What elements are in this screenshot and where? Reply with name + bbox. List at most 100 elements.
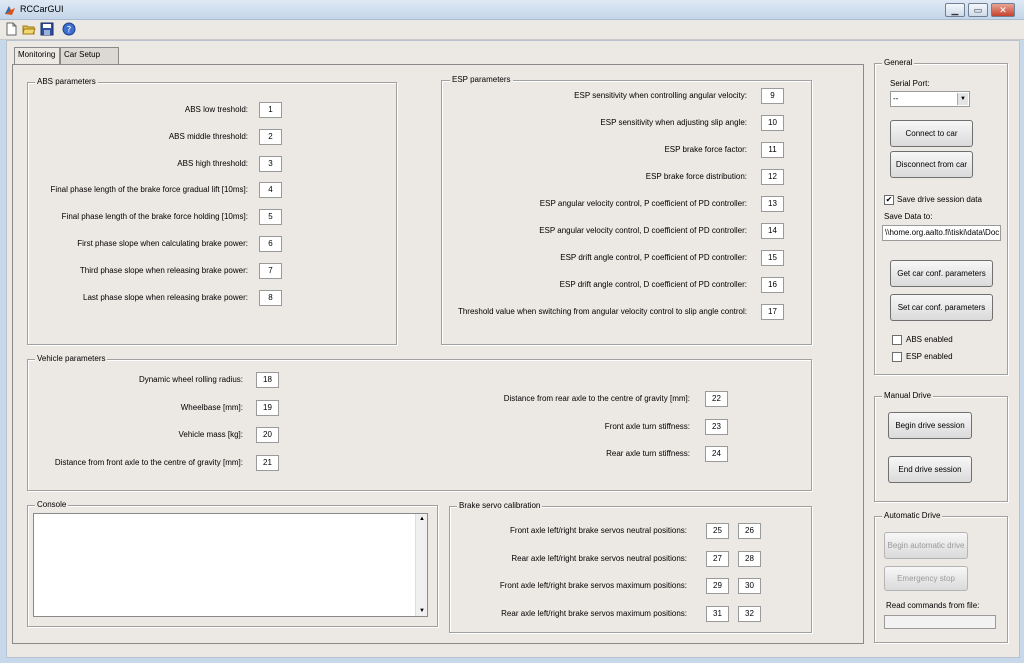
brake-servo-left-input[interactable]: 27: [706, 551, 729, 567]
abs-param-input[interactable]: 8: [259, 290, 282, 306]
esp-param-input[interactable]: 15: [761, 250, 784, 266]
new-file-icon[interactable]: [4, 22, 18, 36]
disconnect-button[interactable]: Disconnect from car: [890, 151, 973, 178]
matlab-app-icon: [5, 6, 15, 15]
esp-param-label: ESP angular velocity control, D coeffici…: [539, 226, 747, 235]
esp-enabled-label: ESP enabled: [906, 352, 953, 361]
read-commands-label: Read commands from file:: [886, 601, 980, 610]
open-folder-icon[interactable]: [22, 22, 36, 36]
vehicle-param-input[interactable]: 18: [256, 372, 279, 388]
brake-servo-label: Rear axle left/right brake servos maximu…: [501, 609, 687, 618]
esp-param-input[interactable]: 12: [761, 169, 784, 185]
serial-port-value: --: [893, 94, 899, 103]
brake-servo-right-input[interactable]: 30: [738, 578, 761, 594]
console-textarea[interactable]: ▲ ▼: [33, 513, 428, 617]
vehicle-param-input[interactable]: 23: [705, 419, 728, 435]
vehicle-param-input[interactable]: 22: [705, 391, 728, 407]
esp-parameters-title: ESP parameters: [450, 75, 513, 84]
brake-servo-right-input[interactable]: 26: [738, 523, 761, 539]
vehicle-param-input[interactable]: 20: [256, 427, 279, 443]
esp-param-label: ESP brake force factor:: [664, 145, 747, 154]
end-drive-session-button[interactable]: End drive session: [888, 456, 972, 483]
scroll-down-icon[interactable]: ▼: [419, 608, 425, 614]
brake-servo-label: Rear axle left/right brake servos neutra…: [511, 554, 687, 563]
esp-param-label: Threshold value when switching from angu…: [457, 307, 747, 316]
close-button[interactable]: ✕: [991, 3, 1015, 17]
tab-monitoring[interactable]: Monitoring: [14, 47, 60, 64]
vehicle-param-input[interactable]: 24: [705, 446, 728, 462]
abs-param-label: Final phase length of the brake force gr…: [50, 185, 248, 194]
vehicle-param-input[interactable]: 19: [256, 400, 279, 416]
title-bar: [0, 0, 1024, 20]
brake-servo-right-input[interactable]: 28: [738, 551, 761, 567]
read-commands-input[interactable]: [884, 615, 996, 629]
set-params-button[interactable]: Set car conf. parameters: [890, 294, 993, 321]
brake-servo-label: Front axle left/right brake servos neutr…: [510, 526, 687, 535]
begin-automatic-drive-button[interactable]: Begin automatic drive: [884, 532, 968, 559]
brake-servo-title: Brake servo calibration: [457, 501, 543, 510]
save-icon[interactable]: [40, 22, 54, 36]
vehicle-param-label: Wheelbase [mm]:: [180, 403, 243, 412]
connect-button[interactable]: Connect to car: [890, 120, 973, 147]
console-scrollbar[interactable]: ▲ ▼: [415, 514, 427, 616]
save-session-label: Save drive session data: [897, 195, 982, 204]
esp-param-input[interactable]: 11: [761, 142, 784, 158]
esp-param-input[interactable]: 13: [761, 196, 784, 212]
abs-param-label: ABS high threshold:: [177, 159, 248, 168]
abs-param-input[interactable]: 4: [259, 182, 282, 198]
abs-param-input[interactable]: 5: [259, 209, 282, 225]
abs-parameters-title: ABS parameters: [35, 77, 98, 86]
abs-enabled-checkbox[interactable]: [892, 335, 902, 345]
abs-param-label: Third phase slope when releasing brake p…: [79, 266, 248, 275]
vehicle-param-label: Distance from rear axle to the centre of…: [503, 394, 690, 403]
vehicle-param-input[interactable]: 21: [256, 455, 279, 471]
vehicle-param-label: Distance from front axle to the centre o…: [54, 458, 243, 467]
vehicle-parameters-title: Vehicle parameters: [35, 354, 108, 363]
esp-param-label: ESP drift angle control, D coefficient o…: [559, 280, 747, 289]
abs-enabled-label: ABS enabled: [906, 335, 953, 344]
chevron-down-icon[interactable]: ▼: [957, 93, 968, 105]
save-session-checkbox[interactable]: ✔: [884, 195, 894, 205]
esp-param-label: ESP sensitivity when controlling angular…: [574, 91, 747, 100]
abs-param-input[interactable]: 7: [259, 263, 282, 279]
esp-param-input[interactable]: 16: [761, 277, 784, 293]
tab-car-setup[interactable]: Car Setup: [60, 47, 119, 64]
esp-enabled-checkbox[interactable]: [892, 352, 902, 362]
abs-param-label: Last phase slope when releasing brake po…: [83, 293, 248, 302]
esp-param-label: ESP brake force distribution:: [645, 172, 747, 181]
brake-servo-left-input[interactable]: 29: [706, 578, 729, 594]
esp-param-input[interactable]: 14: [761, 223, 784, 239]
esp-param-input[interactable]: 10: [761, 115, 784, 131]
abs-param-label: Final phase length of the brake force ho…: [61, 212, 248, 221]
esp-param-label: ESP drift angle control, P coefficient o…: [560, 253, 747, 262]
emergency-stop-button[interactable]: Emergency stop: [884, 566, 968, 591]
abs-param-input[interactable]: 1: [259, 102, 282, 118]
esp-param-label: ESP angular velocity control, P coeffici…: [539, 199, 747, 208]
console-title: Console: [35, 500, 69, 509]
vehicle-param-label: Rear axle turn stiffness:: [606, 449, 690, 458]
esp-param-label: ESP sensitivity when adjusting slip angl…: [600, 118, 747, 127]
maximize-button[interactable]: ▭: [968, 3, 988, 17]
scroll-up-icon[interactable]: ▲: [419, 516, 425, 522]
brake-servo-right-input[interactable]: 32: [738, 606, 761, 622]
abs-param-input[interactable]: 2: [259, 129, 282, 145]
abs-param-label: ABS low treshold:: [184, 105, 248, 114]
abs-param-input[interactable]: 6: [259, 236, 282, 252]
esp-param-input[interactable]: 9: [761, 88, 784, 104]
begin-drive-session-button[interactable]: Begin drive session: [888, 412, 972, 439]
brake-servo-left-input[interactable]: 25: [706, 523, 729, 539]
abs-param-input[interactable]: 3: [259, 156, 282, 172]
minimize-button[interactable]: ▁: [945, 3, 965, 17]
serial-port-label: Serial Port:: [890, 79, 930, 88]
abs-param-label: ABS middle threshold:: [168, 132, 248, 141]
general-title: General: [882, 58, 915, 67]
help-icon[interactable]: ?: [62, 22, 76, 36]
get-params-button[interactable]: Get car conf. parameters: [890, 260, 993, 287]
esp-param-input[interactable]: 17: [761, 304, 784, 320]
serial-port-select[interactable]: -- ▼: [890, 91, 970, 107]
vehicle-param-label: Dynamic wheel rolling radius:: [138, 375, 243, 384]
svg-text:?: ?: [67, 26, 72, 36]
save-path-input[interactable]: \\home.org.aalto.fi\tiski\data\Doc: [882, 225, 1001, 241]
toolbar: [0, 20, 1024, 40]
brake-servo-left-input[interactable]: 31: [706, 606, 729, 622]
